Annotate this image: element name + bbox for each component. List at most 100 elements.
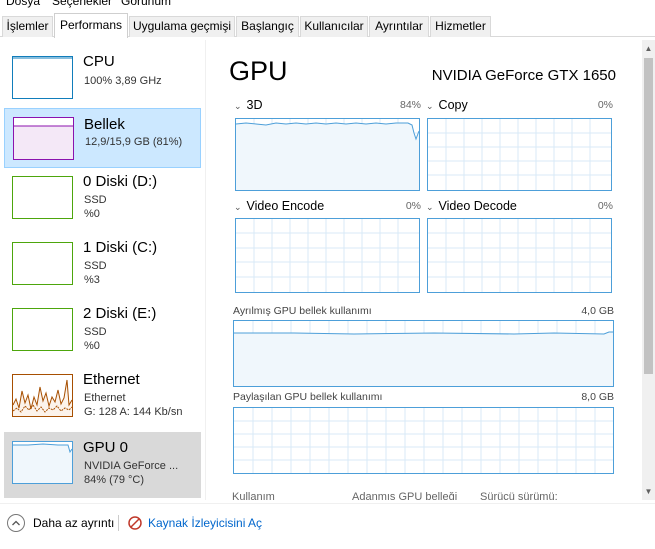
sidebar-item-gpu0[interactable]: GPU 0 NVIDIA GeForce ... 84% (79 °C) [4,432,201,498]
ethernet-thumbnail-graph [12,374,73,417]
sidebar-item-line2: %0 [84,208,100,220]
disk-c-thumbnail-graph [12,242,73,285]
sidebar-item-line2: 84% (79 °C) [84,474,145,486]
shared-memory-svg [234,408,613,473]
stat-label-driver-version: Sürücü sürümü: [480,491,558,500]
gpu-thumb-fill [13,444,72,483]
disk-e-thumbnail-graph [12,308,73,351]
engine-selector-video-encode[interactable]: ⌄ Video Encode [234,199,324,213]
sidebar-item-title: Ethernet [83,371,140,388]
graph-grid [234,408,613,473]
scroll-down-arrow-icon[interactable]: ▼ [642,483,655,500]
engine-3d-fill [236,123,419,190]
sidebar-item-memory[interactable]: Bellek 12,9/15,9 GB (81%) [4,108,201,168]
gpu-thumbnail-svg [13,443,72,483]
dedicated-memory-svg [234,321,613,386]
tab-users[interactable]: Kullanıcılar [300,16,368,37]
engine-percent: 0% [597,99,613,111]
sidebar-item-disk-e[interactable]: 2 Diski (E:) SSD %0 [4,304,201,364]
memory-fill [14,126,73,159]
memory-thumbnail-svg [14,125,73,159]
tab-details[interactable]: Ayrıntılar [369,16,429,37]
scroll-up-arrow-icon[interactable]: ▲ [642,40,655,57]
engine-graph-svg [236,219,419,292]
memory-thumbnail-graph [13,117,74,160]
sidebar-item-line1: NVIDIA GeForce ... [84,460,179,472]
sidebar-item-line1: Ethernet [84,392,126,404]
tab-services[interactable]: Hizmetler [430,16,491,37]
menu-item-file[interactable]: Dosya [6,0,40,8]
sidebar-item-disk-d[interactable]: 0 Diski (D:) SSD %0 [4,172,201,232]
engine-name: Video Encode [246,199,325,213]
engine-graph-video-decode [427,218,612,293]
stat-label-utilization: Kullanım [232,491,275,500]
sidebar-item-title: 0 Diski (D:) [83,173,158,190]
menu-bar: Dosya Seçenekler Görünüm [0,0,655,8]
ethernet-thumbnail-svg [13,379,72,416]
chevron-down-icon: ⌄ [234,202,242,212]
sidebar-item-line2: G: 128 A: 144 Kb/sn [84,406,183,418]
dedicated-memory-max: 4,0 GB [581,305,614,317]
sidebar-item-line1: 100% 3,89 GHz [84,75,162,87]
sidebar-item-line2: %3 [84,274,100,286]
vertical-scrollbar[interactable]: ▲ ▼ [642,40,655,500]
engine-graph-svg [236,119,419,190]
engine-selector-3d[interactable]: ⌄ 3D [234,98,263,112]
engine-graph-svg [428,219,611,292]
resource-monitor-label: Kaynak İzleyicisini Aç [148,516,263,530]
menu-item-view[interactable]: Görünüm [121,0,171,8]
engine-name: Copy [438,98,468,112]
dedicated-memory-graph [233,320,614,387]
scrollbar-thumb[interactable] [644,58,653,374]
engine-selector-video-decode[interactable]: ⌄ Video Decode [426,199,517,213]
sidebar-item-line1: SSD [84,260,107,272]
sidebar-item-cpu[interactable]: CPU 100% 3,89 GHz [4,52,201,112]
sidebar-item-title: Bellek [84,116,125,133]
sidebar-item-title: 1 Diski (C:) [83,239,158,256]
tab-app-history[interactable]: Uygulama geçmişi [129,16,235,37]
gpu-model-name: NVIDIA GeForce GTX 1650 [431,67,616,84]
chevron-up-icon [7,514,25,532]
sidebar-item-ethernet[interactable]: Ethernet Ethernet G: 128 A: 144 Kb/sn [4,370,201,430]
engine-percent: 0% [405,200,421,212]
engine-percent: 84% [399,99,421,111]
resource-sidebar: CPU 100% 3,89 GHz Bellek 12,9/15,9 GB (8… [0,52,205,500]
footer-separator [118,515,119,531]
sidebar-item-title: CPU [83,53,115,70]
sidebar-item-line1: 12,9/15,9 GB (81%) [85,136,183,148]
gpu-thumbnail-graph [12,441,73,484]
dedicated-memory-fill [234,332,613,386]
shared-memory-graph [233,407,614,474]
dedicated-memory-label: Ayrılmış GPU bellek kullanımı [233,305,372,317]
tab-bar: İşlemler Performans Uygulama geçmişi Baş… [0,13,655,38]
engine-selector-copy[interactable]: ⌄ Copy [426,98,468,112]
engine-graph-copy [427,118,612,191]
graph-grid [428,219,611,292]
resource-monitor-icon [128,516,142,530]
chevron-up-svg [12,520,20,526]
stat-label-dedicated-memory: Adanmış GPU belleği [352,491,458,500]
chevron-down-icon: ⌄ [426,101,434,111]
disk-d-thumbnail-graph [12,176,73,219]
sidebar-item-line1: SSD [84,326,107,338]
sidebar-item-line1: SSD [84,194,107,206]
cpu-thumbnail-graph [12,56,73,99]
resource-monitor-svg [128,516,142,530]
engine-graph-video-encode [235,218,420,293]
shared-memory-label: Paylaşılan GPU bellek kullanımı [233,391,383,403]
tab-performance[interactable]: Performans [54,13,128,38]
menu-item-options[interactable]: Seçenekler [52,0,112,8]
engine-graph-svg [428,119,611,190]
sidebar-item-disk-c[interactable]: 1 Diski (C:) SSD %3 [4,238,201,298]
tab-startup[interactable]: Başlangıç [236,16,299,37]
chevron-down-icon: ⌄ [234,101,242,111]
cpu-thumbnail-svg [13,57,72,59]
footer-bar: Daha az ayrıntı Kaynak İzleyicisini Aç [0,503,655,549]
engine-name: 3D [246,98,263,112]
graph-grid [428,119,611,190]
shared-memory-max: 8,0 GB [581,391,614,403]
fewer-details-label: Daha az ayrıntı [33,516,115,530]
chevron-down-icon: ⌄ [426,202,434,212]
engine-graph-3d [235,118,420,191]
tab-processes[interactable]: İşlemler [2,16,53,37]
